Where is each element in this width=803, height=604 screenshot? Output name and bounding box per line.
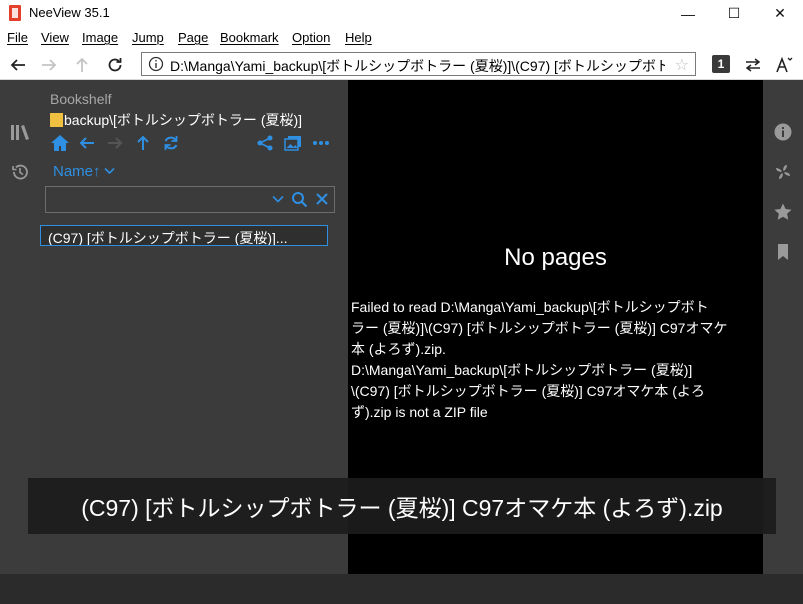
history-icon[interactable] [8, 160, 32, 184]
refresh-icon[interactable] [160, 132, 182, 154]
bookmark-icon[interactable] [771, 240, 795, 264]
search-history-chevron-icon[interactable] [268, 189, 288, 209]
error-line: ラー (夏桜)]\(C97) [ボトルシップボトラー (夏桜)] C97オマケ [351, 320, 728, 336]
menu-option[interactable]: Option [292, 30, 330, 45]
page-mode-badge[interactable]: 1 [712, 55, 730, 73]
search-input[interactable] [46, 187, 266, 212]
close-button[interactable]: ✕ [757, 0, 803, 27]
error-message: Failed to read D:\Manga\Yami_backup\[ボトル… [351, 297, 761, 423]
forward-icon[interactable] [104, 132, 126, 154]
info-icon[interactable] [771, 120, 795, 144]
font-size-icon[interactable] [772, 53, 796, 77]
address-path[interactable]: D:\Manga\Yami_backup\[ボトルシップボトラー (夏桜)]\(… [170, 56, 665, 76]
favorite-star-icon[interactable]: ☆ [675, 55, 689, 75]
forward-arrow-icon[interactable] [37, 53, 61, 77]
menu-bookmark[interactable]: Bookmark [220, 30, 279, 45]
menu-file[interactable]: File [7, 30, 28, 45]
no-pages-message: No pages [504, 244, 607, 271]
effect-icon[interactable] [771, 160, 795, 184]
app-icon [9, 5, 21, 21]
list-item[interactable]: (C97) [ボトルシップボトラー (夏桜)]... [40, 225, 328, 246]
address-toolbar: D:\Manga\Yami_backup\[ボトルシップボトラー (夏桜)]\(… [0, 49, 803, 80]
image-icon[interactable] [282, 132, 304, 154]
search-icon[interactable] [289, 189, 309, 209]
sort-label: Name↑ [53, 163, 101, 180]
chevron-down-icon [103, 162, 115, 179]
share-icon[interactable] [254, 132, 276, 154]
lock-info-icon [148, 56, 164, 77]
menu-image[interactable]: Image [82, 30, 118, 45]
up-icon[interactable] [132, 132, 154, 154]
maximize-button[interactable]: ☐ [711, 0, 757, 27]
direction-swap-icon[interactable] [741, 53, 765, 77]
title-bar: NeeView 35.1 — ☐ ✕ [0, 0, 803, 27]
clear-search-icon[interactable] [312, 189, 332, 209]
menu-jump[interactable]: Jump [132, 30, 164, 45]
error-line: \(C97) [ボトルシップボトラー (夏桜)] C97オマケ本 (よろ [351, 383, 705, 399]
menu-bar: File View Image Jump Page Bookmark Optio… [0, 27, 803, 49]
window-title: NeeView 35.1 [29, 5, 110, 20]
bookshelf-title: Bookshelf [50, 91, 112, 107]
sort-dropdown[interactable]: Name↑ [53, 162, 115, 180]
bottom-bar [0, 574, 803, 604]
minimize-button[interactable]: — [665, 0, 711, 27]
menu-view[interactable]: View [41, 30, 69, 45]
menu-page[interactable]: Page [178, 30, 208, 45]
bookshelf-icon[interactable] [8, 120, 32, 144]
filename-caption: (C97) [ボトルシップボトラー (夏桜)] C97オマケ本 (よろず).zi… [28, 478, 776, 534]
up-arrow-icon[interactable] [70, 53, 94, 77]
home-icon[interactable] [49, 132, 71, 154]
caption-text: (C97) [ボトルシップボトラー (夏桜)] C97オマケ本 (よろず).zi… [81, 495, 723, 521]
error-line: Failed to read D:\Manga\Yami_backup\[ボトル… [351, 299, 709, 315]
bookshelf-path: backup\[ボトルシップボトラー (夏桜)] [50, 110, 350, 130]
bookshelf-path-text: backup\[ボトルシップボトラー (夏桜)] [64, 112, 303, 128]
reload-icon[interactable] [103, 53, 127, 77]
more-icon[interactable] [310, 132, 332, 154]
search-box [45, 186, 335, 213]
error-line: ず).zip is not a ZIP file [351, 404, 488, 420]
address-field[interactable]: D:\Manga\Yami_backup\[ボトルシップボトラー (夏桜)]\(… [141, 52, 696, 76]
star-icon[interactable] [771, 200, 795, 224]
menu-help[interactable]: Help [345, 30, 372, 45]
error-line: 本 (よろず).zip. [351, 341, 446, 357]
folder-icon [50, 113, 63, 127]
back-icon[interactable] [76, 132, 98, 154]
back-arrow-icon[interactable] [6, 53, 30, 77]
error-line: D:\Manga\Yami_backup\[ボトルシップボトラー (夏桜)] [351, 362, 693, 378]
